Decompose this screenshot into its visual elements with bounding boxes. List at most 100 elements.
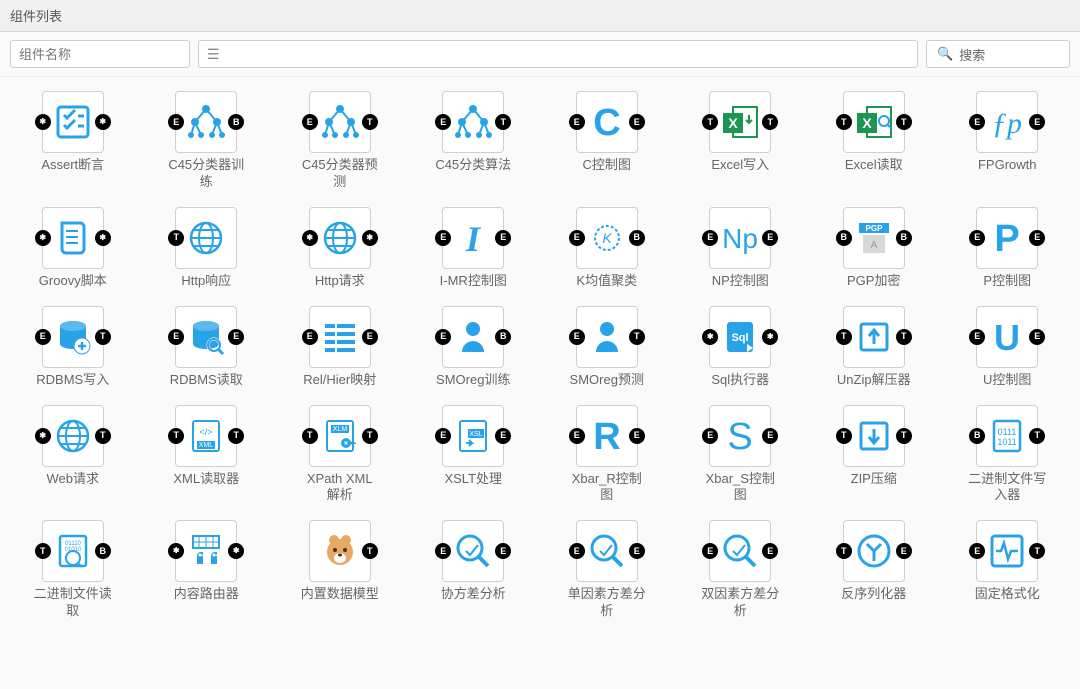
component-name-input[interactable] [10, 40, 190, 68]
search-button[interactable]: 🔍 搜索 [926, 40, 1070, 68]
component-icon: ET [976, 520, 1038, 582]
port-left: E [702, 543, 718, 559]
component-label: I-MR控制图 [440, 273, 507, 290]
search-icon: 🔍 [937, 46, 953, 62]
component-icon: T [175, 207, 237, 269]
component-smoreg-t[interactable]: EBSMOreg训练 [411, 306, 537, 389]
port-left: T [302, 428, 318, 444]
component-icon: T [309, 520, 371, 582]
component-pgp[interactable]: BBPGP加密 [811, 207, 937, 290]
component-fixed-fmt[interactable]: ET固定格式化 [945, 520, 1071, 620]
port-left: T [702, 114, 718, 130]
component-icon: TT [709, 91, 771, 153]
port-left: E [168, 114, 184, 130]
component-content-route[interactable]: 内容路由器 [144, 520, 270, 620]
port-right: T [95, 329, 111, 345]
component-assert[interactable]: Assert断言 [10, 91, 136, 191]
component-label: RDBMS写入 [36, 372, 109, 389]
component-label: SMOreg训练 [436, 372, 510, 389]
port-right: T [896, 428, 912, 444]
component-icon: EE [976, 306, 1038, 368]
component-icon: TT [843, 91, 905, 153]
component-rdbms-read[interactable]: EERDBMS读取 [144, 306, 270, 389]
component-icon: ET [442, 91, 504, 153]
component-http-resp[interactable]: THttp响应 [144, 207, 270, 290]
component-relhier[interactable]: EERel/Hier映射 [277, 306, 403, 389]
component-icon [175, 520, 237, 582]
component-label: Assert断言 [41, 157, 104, 174]
port-left: T [168, 230, 184, 246]
component-c-chart[interactable]: EEC控制图 [544, 91, 670, 191]
component-http-req[interactable]: Http请求 [277, 207, 403, 290]
component-label: 双因素方差分析 [701, 586, 779, 620]
component-xpath[interactable]: TTXPath XML解析 [277, 405, 403, 505]
port-right: T [762, 114, 778, 130]
component-icon: EB [175, 91, 237, 153]
component-u-chart[interactable]: EE U控制图 [945, 306, 1071, 389]
component-fpgrowth[interactable]: EEFPGrowth [945, 91, 1071, 191]
port-right: T [629, 329, 645, 345]
component-label: Groovy脚本 [39, 273, 107, 290]
component-label: 单因素方差分析 [568, 586, 646, 620]
component-xbar-s[interactable]: EEXbar_S控制图 [678, 405, 804, 505]
component-label: 协方差分析 [441, 586, 506, 603]
component-np-chart[interactable]: EENP控制图 [678, 207, 804, 290]
component-c45-predict[interactable]: ETC45分类器预测 [277, 91, 403, 191]
component-label: Http请求 [315, 273, 365, 290]
component-label: 内容路由器 [174, 586, 239, 603]
component-kmeans[interactable]: EBK均值聚类 [544, 207, 670, 290]
component-label: 二进制文件读取 [34, 586, 112, 620]
component-xml-read[interactable]: TTXML读取器 [144, 405, 270, 505]
component-unzip[interactable]: TTUnZip解压器 [811, 306, 937, 389]
port-left [702, 329, 718, 345]
component-excel-write[interactable]: TTExcel写入 [678, 91, 804, 191]
component-bin-write[interactable]: BT二进制文件写入器 [945, 405, 1071, 505]
port-right: E [1029, 230, 1045, 246]
component-xslt[interactable]: EEXSLT处理 [411, 405, 537, 505]
component-bin-read[interactable]: TB二进制文件读取 [10, 520, 136, 620]
category-select[interactable]: ☰ [198, 40, 918, 68]
port-right: T [495, 114, 511, 130]
port-right [762, 329, 778, 345]
component-imr[interactable]: EEI-MR控制图 [411, 207, 537, 290]
component-rdbms-write[interactable]: E T RDBMS写入 [10, 306, 136, 389]
component-xbar-r[interactable]: EEXbar_R控制图 [544, 405, 670, 505]
component-label: Excel读取 [845, 157, 903, 174]
component-icon: TT [309, 405, 371, 467]
component-excel-read[interactable]: TT Excel读取 [811, 91, 937, 191]
component-two-way[interactable]: EE双因素方差分析 [678, 520, 804, 620]
port-left [168, 543, 184, 559]
port-left: B [836, 230, 852, 246]
component-label: Web请求 [47, 471, 100, 488]
port-left [35, 114, 51, 130]
component-cov[interactable]: EE协方差分析 [411, 520, 537, 620]
port-left: E [702, 230, 718, 246]
port-right: E [495, 230, 511, 246]
component-label: Sql执行器 [711, 372, 769, 389]
component-label: U控制图 [983, 372, 1031, 389]
component-groovy[interactable]: Groovy脚本 [10, 207, 136, 290]
component-sql-exec[interactable]: Sql执行器 [678, 306, 804, 389]
component-p-chart[interactable]: EEP控制图 [945, 207, 1071, 290]
port-right: E [762, 230, 778, 246]
port-left [35, 428, 51, 444]
component-zip[interactable]: TTZIP压缩 [811, 405, 937, 505]
port-left: E [35, 329, 51, 345]
component-icon [42, 207, 104, 269]
port-left: T [836, 329, 852, 345]
port-right: E [629, 428, 645, 444]
port-left: T [168, 428, 184, 444]
component-deser[interactable]: TE反序列化器 [811, 520, 937, 620]
component-c45-algo[interactable]: ETC45分类算法 [411, 91, 537, 191]
component-smoreg-p[interactable]: ETSMOreg预测 [544, 306, 670, 389]
component-demo[interactable]: T内置数据模型 [277, 520, 403, 620]
port-right: T [228, 428, 244, 444]
component-c45-train[interactable]: EBC45分类器训练 [144, 91, 270, 191]
component-one-way[interactable]: EE 单因素方差分析 [544, 520, 670, 620]
component-label: RDBMS读取 [170, 372, 243, 389]
component-icon: ET [576, 306, 638, 368]
port-left: E [302, 329, 318, 345]
component-icon: EE [576, 520, 638, 582]
port-right: B [95, 543, 111, 559]
component-web-req[interactable]: TWeb请求 [10, 405, 136, 505]
